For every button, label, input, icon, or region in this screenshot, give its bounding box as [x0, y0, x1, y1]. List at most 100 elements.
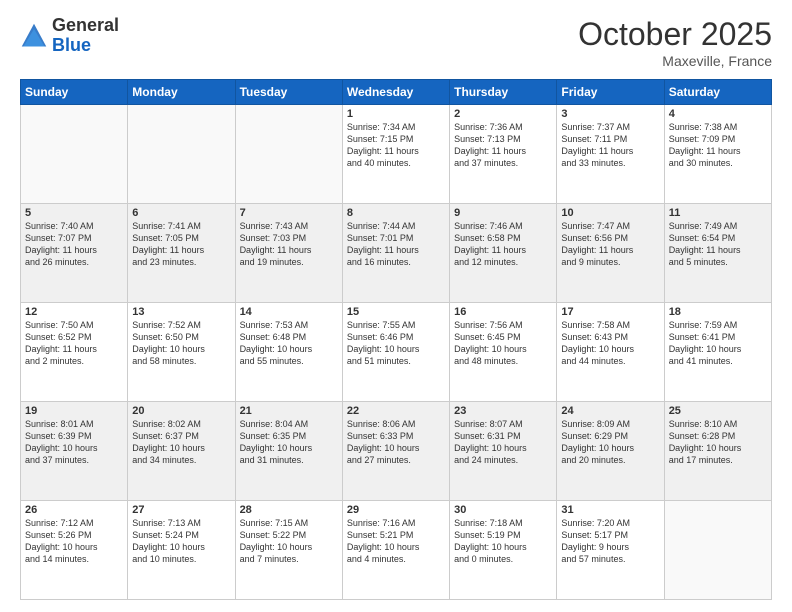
table-cell: 11Sunrise: 7:49 AM Sunset: 6:54 PM Dayli… [664, 204, 771, 303]
col-sunday: Sunday [21, 80, 128, 105]
day-number: 29 [347, 504, 445, 516]
table-cell: 30Sunrise: 7:18 AM Sunset: 5:19 PM Dayli… [450, 501, 557, 600]
day-number: 7 [240, 207, 338, 219]
day-info: Sunrise: 8:09 AM Sunset: 6:29 PM Dayligh… [561, 418, 659, 467]
table-cell: 2Sunrise: 7:36 AM Sunset: 7:13 PM Daylig… [450, 105, 557, 204]
calendar-row-3: 12Sunrise: 7:50 AM Sunset: 6:52 PM Dayli… [21, 303, 772, 402]
table-cell: 26Sunrise: 7:12 AM Sunset: 5:26 PM Dayli… [21, 501, 128, 600]
day-info: Sunrise: 7:18 AM Sunset: 5:19 PM Dayligh… [454, 517, 552, 566]
table-cell: 8Sunrise: 7:44 AM Sunset: 7:01 PM Daylig… [342, 204, 449, 303]
day-number: 23 [454, 405, 552, 417]
col-saturday: Saturday [664, 80, 771, 105]
table-cell [235, 105, 342, 204]
day-info: Sunrise: 7:43 AM Sunset: 7:03 PM Dayligh… [240, 220, 338, 269]
day-info: Sunrise: 7:52 AM Sunset: 6:50 PM Dayligh… [132, 319, 230, 368]
day-info: Sunrise: 7:15 AM Sunset: 5:22 PM Dayligh… [240, 517, 338, 566]
table-cell: 14Sunrise: 7:53 AM Sunset: 6:48 PM Dayli… [235, 303, 342, 402]
day-number: 25 [669, 405, 767, 417]
day-number: 26 [25, 504, 123, 516]
day-info: Sunrise: 7:37 AM Sunset: 7:11 PM Dayligh… [561, 121, 659, 170]
table-cell: 27Sunrise: 7:13 AM Sunset: 5:24 PM Dayli… [128, 501, 235, 600]
table-cell: 3Sunrise: 7:37 AM Sunset: 7:11 PM Daylig… [557, 105, 664, 204]
day-number: 8 [347, 207, 445, 219]
title-block: October 2025 Maxeville, France [578, 16, 772, 69]
day-number: 17 [561, 306, 659, 318]
day-info: Sunrise: 7:41 AM Sunset: 7:05 PM Dayligh… [132, 220, 230, 269]
day-info: Sunrise: 7:44 AM Sunset: 7:01 PM Dayligh… [347, 220, 445, 269]
col-wednesday: Wednesday [342, 80, 449, 105]
day-info: Sunrise: 7:58 AM Sunset: 6:43 PM Dayligh… [561, 319, 659, 368]
day-number: 24 [561, 405, 659, 417]
table-cell: 24Sunrise: 8:09 AM Sunset: 6:29 PM Dayli… [557, 402, 664, 501]
table-cell [664, 501, 771, 600]
table-cell: 20Sunrise: 8:02 AM Sunset: 6:37 PM Dayli… [128, 402, 235, 501]
day-info: Sunrise: 7:49 AM Sunset: 6:54 PM Dayligh… [669, 220, 767, 269]
day-number: 1 [347, 108, 445, 120]
col-thursday: Thursday [450, 80, 557, 105]
table-cell: 21Sunrise: 8:04 AM Sunset: 6:35 PM Dayli… [235, 402, 342, 501]
day-info: Sunrise: 7:50 AM Sunset: 6:52 PM Dayligh… [25, 319, 123, 368]
day-number: 15 [347, 306, 445, 318]
day-number: 3 [561, 108, 659, 120]
table-cell: 15Sunrise: 7:55 AM Sunset: 6:46 PM Dayli… [342, 303, 449, 402]
day-info: Sunrise: 7:34 AM Sunset: 7:15 PM Dayligh… [347, 121, 445, 170]
day-number: 6 [132, 207, 230, 219]
page: General Blue October 2025 Maxeville, Fra… [0, 0, 792, 612]
day-number: 13 [132, 306, 230, 318]
table-cell: 1Sunrise: 7:34 AM Sunset: 7:15 PM Daylig… [342, 105, 449, 204]
table-cell: 5Sunrise: 7:40 AM Sunset: 7:07 PM Daylig… [21, 204, 128, 303]
day-number: 2 [454, 108, 552, 120]
logo-icon [20, 22, 48, 50]
day-number: 10 [561, 207, 659, 219]
day-info: Sunrise: 7:40 AM Sunset: 7:07 PM Dayligh… [25, 220, 123, 269]
day-info: Sunrise: 7:53 AM Sunset: 6:48 PM Dayligh… [240, 319, 338, 368]
location: Maxeville, France [578, 53, 772, 69]
table-cell: 13Sunrise: 7:52 AM Sunset: 6:50 PM Dayli… [128, 303, 235, 402]
day-info: Sunrise: 7:55 AM Sunset: 6:46 PM Dayligh… [347, 319, 445, 368]
table-cell: 7Sunrise: 7:43 AM Sunset: 7:03 PM Daylig… [235, 204, 342, 303]
table-cell: 12Sunrise: 7:50 AM Sunset: 6:52 PM Dayli… [21, 303, 128, 402]
table-cell: 19Sunrise: 8:01 AM Sunset: 6:39 PM Dayli… [21, 402, 128, 501]
table-cell: 29Sunrise: 7:16 AM Sunset: 5:21 PM Dayli… [342, 501, 449, 600]
day-info: Sunrise: 8:01 AM Sunset: 6:39 PM Dayligh… [25, 418, 123, 467]
calendar-header-row: Sunday Monday Tuesday Wednesday Thursday… [21, 80, 772, 105]
table-cell: 22Sunrise: 8:06 AM Sunset: 6:33 PM Dayli… [342, 402, 449, 501]
table-cell: 18Sunrise: 7:59 AM Sunset: 6:41 PM Dayli… [664, 303, 771, 402]
day-number: 27 [132, 504, 230, 516]
calendar-row-2: 5Sunrise: 7:40 AM Sunset: 7:07 PM Daylig… [21, 204, 772, 303]
day-info: Sunrise: 7:56 AM Sunset: 6:45 PM Dayligh… [454, 319, 552, 368]
table-cell [21, 105, 128, 204]
day-number: 14 [240, 306, 338, 318]
logo-blue: Blue [52, 35, 91, 55]
day-info: Sunrise: 8:02 AM Sunset: 6:37 PM Dayligh… [132, 418, 230, 467]
day-info: Sunrise: 7:36 AM Sunset: 7:13 PM Dayligh… [454, 121, 552, 170]
calendar-table: Sunday Monday Tuesday Wednesday Thursday… [20, 79, 772, 600]
day-number: 16 [454, 306, 552, 318]
day-info: Sunrise: 7:38 AM Sunset: 7:09 PM Dayligh… [669, 121, 767, 170]
day-info: Sunrise: 8:04 AM Sunset: 6:35 PM Dayligh… [240, 418, 338, 467]
logo: General Blue [20, 16, 119, 56]
day-info: Sunrise: 7:59 AM Sunset: 6:41 PM Dayligh… [669, 319, 767, 368]
table-cell: 17Sunrise: 7:58 AM Sunset: 6:43 PM Dayli… [557, 303, 664, 402]
table-cell: 6Sunrise: 7:41 AM Sunset: 7:05 PM Daylig… [128, 204, 235, 303]
table-cell: 4Sunrise: 7:38 AM Sunset: 7:09 PM Daylig… [664, 105, 771, 204]
col-tuesday: Tuesday [235, 80, 342, 105]
table-cell: 28Sunrise: 7:15 AM Sunset: 5:22 PM Dayli… [235, 501, 342, 600]
day-number: 12 [25, 306, 123, 318]
table-cell: 23Sunrise: 8:07 AM Sunset: 6:31 PM Dayli… [450, 402, 557, 501]
day-number: 9 [454, 207, 552, 219]
calendar-row-5: 26Sunrise: 7:12 AM Sunset: 5:26 PM Dayli… [21, 501, 772, 600]
day-number: 31 [561, 504, 659, 516]
table-cell: 10Sunrise: 7:47 AM Sunset: 6:56 PM Dayli… [557, 204, 664, 303]
calendar-row-1: 1Sunrise: 7:34 AM Sunset: 7:15 PM Daylig… [21, 105, 772, 204]
day-number: 11 [669, 207, 767, 219]
table-cell: 16Sunrise: 7:56 AM Sunset: 6:45 PM Dayli… [450, 303, 557, 402]
day-info: Sunrise: 7:46 AM Sunset: 6:58 PM Dayligh… [454, 220, 552, 269]
table-cell [128, 105, 235, 204]
day-number: 21 [240, 405, 338, 417]
day-info: Sunrise: 8:06 AM Sunset: 6:33 PM Dayligh… [347, 418, 445, 467]
header: General Blue October 2025 Maxeville, Fra… [20, 16, 772, 69]
month-title: October 2025 [578, 16, 772, 53]
table-cell: 25Sunrise: 8:10 AM Sunset: 6:28 PM Dayli… [664, 402, 771, 501]
day-info: Sunrise: 8:07 AM Sunset: 6:31 PM Dayligh… [454, 418, 552, 467]
